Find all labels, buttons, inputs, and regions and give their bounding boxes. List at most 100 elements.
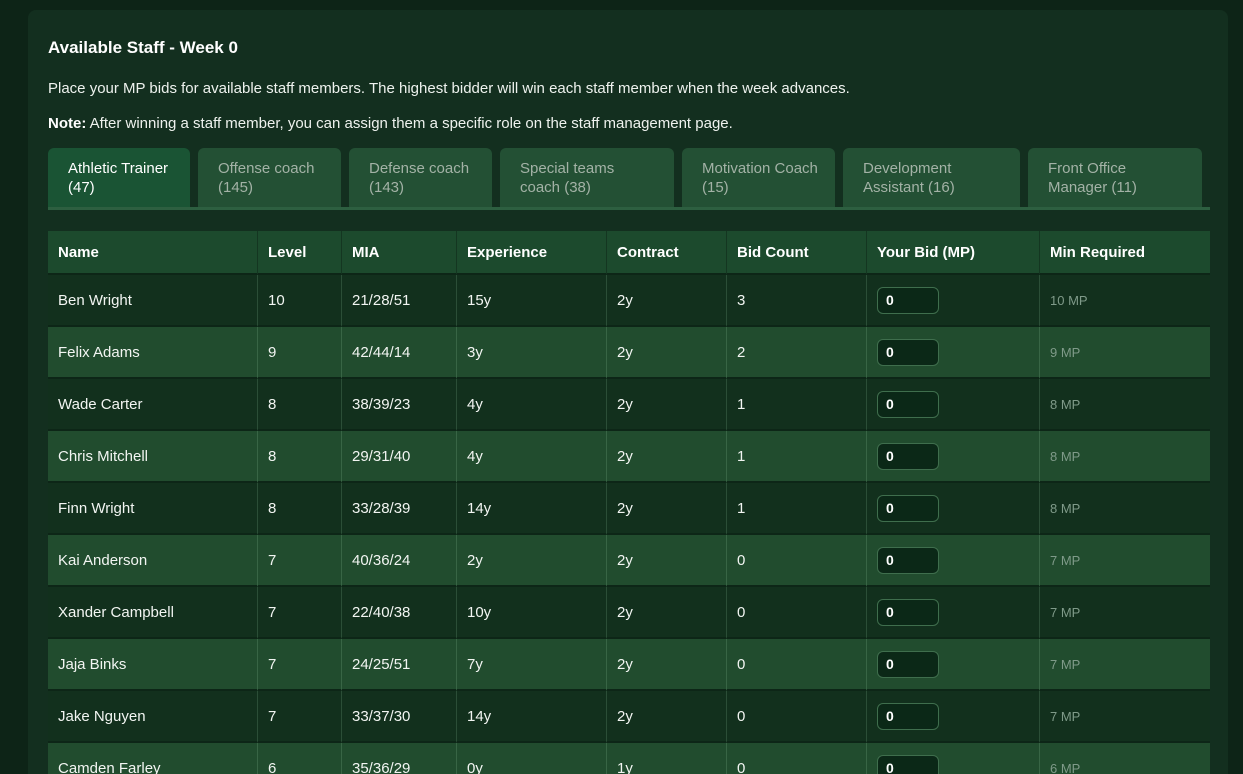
tab-defense-coach-143[interactable]: Defense coach (143) [349, 148, 492, 207]
bid-count-cell: 0 [727, 639, 867, 691]
tab-special-teams-coach-38[interactable]: Special teams coach (38) [500, 148, 674, 207]
min-required-cell: 7 MP [1040, 535, 1210, 587]
bid-input[interactable] [877, 703, 939, 730]
mia-cell: 38/39/23 [342, 379, 457, 431]
page-note: Note: After winning a staff member, you … [48, 115, 1210, 133]
your-bid-cell [867, 639, 1040, 691]
level-cell: 7 [258, 639, 342, 691]
column-header-min-required: Min Required [1040, 231, 1210, 275]
experience-cell: 3y [457, 327, 607, 379]
contract-cell: 2y [607, 275, 727, 327]
tab-label: Front Office Manager (11) [1048, 159, 1186, 197]
contract-cell: 2y [607, 691, 727, 743]
bid-count-cell: 1 [727, 431, 867, 483]
name-cell: Wade Carter [48, 379, 258, 431]
bid-count-cell: 2 [727, 327, 867, 379]
column-header-mia: MIA [342, 231, 457, 275]
name-cell: Jake Nguyen [48, 691, 258, 743]
staff-row-ben-wright: Ben Wright1021/28/5115y2y3 10 MP [48, 275, 1210, 327]
bid-input[interactable] [877, 391, 939, 418]
mia-cell: 42/44/14 [342, 327, 457, 379]
table-header-row: NameLevelMIAExperienceContractBid CountY… [48, 231, 1210, 275]
experience-cell: 14y [457, 483, 607, 535]
tab-development-assistant-16[interactable]: Development Assistant (16) [843, 148, 1020, 207]
staff-row-finn-wright: Finn Wright833/28/3914y2y18 MP [48, 483, 1210, 535]
level-cell: 9 [258, 327, 342, 379]
tab-athletic-trainer-47[interactable]: Athletic Trainer (47) [48, 148, 190, 207]
name-cell: Finn Wright [48, 483, 258, 535]
bid-count-cell: 0 [727, 743, 867, 774]
name-cell: Ben Wright [48, 275, 258, 327]
tab-motivation-coach-15[interactable]: Motivation Coach (15) [682, 148, 835, 207]
bid-input[interactable] [877, 651, 939, 678]
level-cell: 10 [258, 275, 342, 327]
bid-input[interactable] [877, 599, 939, 626]
contract-cell: 2y [607, 639, 727, 691]
tab-label: Special teams coach (38) [520, 159, 658, 197]
experience-cell: 0y [457, 743, 607, 774]
level-cell: 8 [258, 379, 342, 431]
experience-cell: 4y [457, 379, 607, 431]
bid-count-cell: 0 [727, 535, 867, 587]
min-required-cell: 8 MP [1040, 379, 1210, 431]
your-bid-cell [867, 431, 1040, 483]
experience-cell: 15y [457, 275, 607, 327]
column-header-contract: Contract [607, 231, 727, 275]
bid-input[interactable] [877, 339, 939, 366]
your-bid-cell [867, 275, 1040, 327]
name-cell: Kai Anderson [48, 535, 258, 587]
staff-row-wade-carter: Wade Carter838/39/234y2y18 MP [48, 379, 1210, 431]
mia-cell: 24/25/51 [342, 639, 457, 691]
level-cell: 8 [258, 431, 342, 483]
level-cell: 7 [258, 587, 342, 639]
staff-row-jake-nguyen: Jake Nguyen733/37/3014y2y07 MP [48, 691, 1210, 743]
tab-label: Defense coach (143) [369, 159, 476, 197]
tab-label: Motivation Coach (15) [702, 159, 819, 197]
name-cell: Camden Farley [48, 743, 258, 774]
bid-input[interactable] [877, 443, 939, 470]
mia-cell: 29/31/40 [342, 431, 457, 483]
bid-input[interactable] [877, 287, 939, 314]
staff-row-felix-adams: Felix Adams942/44/143y2y2 9 MP [48, 327, 1210, 379]
bid-input[interactable] [877, 495, 939, 522]
min-required-cell: 9 MP [1040, 327, 1210, 379]
your-bid-cell [867, 743, 1040, 774]
note-label: Note: [48, 115, 86, 132]
bid-count-cell: 3 [727, 275, 867, 327]
your-bid-cell [867, 483, 1040, 535]
level-cell: 7 [258, 535, 342, 587]
your-bid-cell [867, 535, 1040, 587]
name-cell: Jaja Binks [48, 639, 258, 691]
staff-table: NameLevelMIAExperienceContractBid CountY… [48, 231, 1210, 774]
column-header-experience: Experience [457, 231, 607, 275]
your-bid-cell [867, 327, 1040, 379]
bid-count-cell: 0 [727, 691, 867, 743]
your-bid-cell [867, 587, 1040, 639]
staff-type-tabs: Athletic Trainer (47) Offense coach (145)… [48, 148, 1210, 210]
tab-offense-coach-145[interactable]: Offense coach (145) [198, 148, 341, 207]
page-description: Place your MP bids for available staff m… [48, 80, 1210, 98]
experience-cell: 10y [457, 587, 607, 639]
level-cell: 8 [258, 483, 342, 535]
bid-input[interactable] [877, 547, 939, 574]
min-required-cell: 10 MP [1040, 275, 1210, 327]
column-header-bid-count: Bid Count [727, 231, 867, 275]
tab-label: Athletic Trainer (47) [68, 159, 174, 197]
contract-cell: 2y [607, 327, 727, 379]
column-header-level: Level [258, 231, 342, 275]
note-text: After winning a staff member, you can as… [86, 115, 732, 132]
page-title: Available Staff - Week 0 [48, 36, 1210, 60]
staff-row-kai-anderson: Kai Anderson740/36/242y2y07 MP [48, 535, 1210, 587]
bid-count-cell: 1 [727, 483, 867, 535]
contract-cell: 2y [607, 535, 727, 587]
tab-label: Offense coach (145) [218, 159, 325, 197]
mia-cell: 33/37/30 [342, 691, 457, 743]
name-cell: Chris Mitchell [48, 431, 258, 483]
bid-input[interactable] [877, 755, 939, 774]
contract-cell: 2y [607, 431, 727, 483]
mia-cell: 21/28/51 [342, 275, 457, 327]
tab-front-office-manager-11[interactable]: Front Office Manager (11) [1028, 148, 1202, 207]
name-cell: Felix Adams [48, 327, 258, 379]
experience-cell: 7y [457, 639, 607, 691]
tab-label: Development Assistant (16) [863, 159, 1004, 197]
